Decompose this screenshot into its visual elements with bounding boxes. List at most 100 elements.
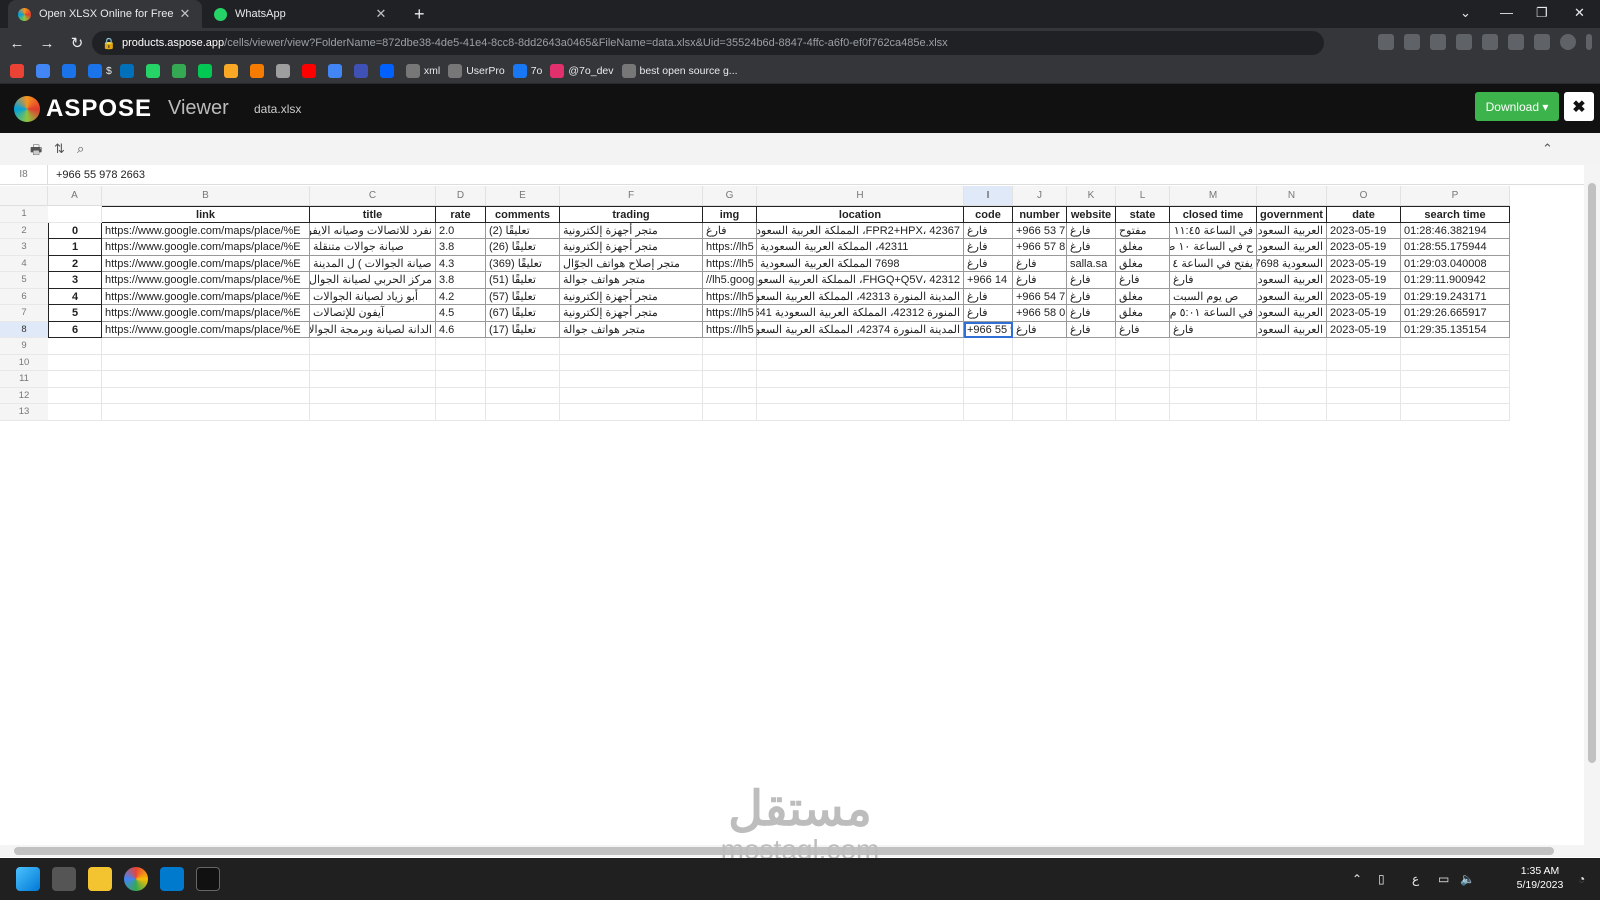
empty-cell[interactable] <box>757 338 964 355</box>
reload-icon[interactable]: ↻ <box>64 34 90 52</box>
empty-cell[interactable] <box>757 404 964 421</box>
table-header-cell[interactable]: number <box>1013 206 1067 223</box>
table-header-cell[interactable]: comments <box>486 206 560 223</box>
bookmark-item[interactable] <box>301 63 320 78</box>
table-cell[interactable]: الدانة لصيانة وبرمجة الجوالات <box>310 321 436 338</box>
bookmark-item[interactable] <box>353 63 372 78</box>
empty-cell[interactable] <box>1401 354 1510 371</box>
empty-cell[interactable] <box>486 404 560 421</box>
table-cell[interactable]: 01:29:26.665917 <box>1401 305 1510 322</box>
column-header[interactable]: F <box>560 186 703 206</box>
close-tab-icon[interactable]: ✕ <box>374 6 388 22</box>
table-cell[interactable]: https://lh5 <box>703 288 757 305</box>
empty-cell[interactable] <box>310 371 436 388</box>
row-index-cell[interactable]: 0 <box>48 222 102 239</box>
tab-whatsapp[interactable]: WhatsApp ✕ <box>204 0 398 28</box>
grid-corner[interactable] <box>0 186 48 206</box>
table-cell[interactable]: https://www.google.com/maps/place/%E <box>102 305 310 322</box>
table-cell[interactable]: مغلق <box>1116 239 1170 256</box>
table-cell[interactable]: 7698 المملكة العربية السعودية <box>757 255 964 272</box>
row-header[interactable]: 7 <box>0 305 48 322</box>
network-icon[interactable]: ▭ <box>1438 872 1449 886</box>
bookmark-item[interactable] <box>197 63 216 78</box>
empty-cell[interactable] <box>1013 354 1067 371</box>
empty-cell[interactable] <box>1067 338 1116 355</box>
table-cell[interactable]: يفتح في الساعة ٤ م <box>1170 255 1257 272</box>
table-cell[interactable]: https://lh5 <box>703 239 757 256</box>
close-window-icon[interactable]: ✕ <box>1574 5 1585 21</box>
table-header-cell[interactable]: search time <box>1401 206 1510 223</box>
empty-cell[interactable] <box>964 354 1013 371</box>
table-cell[interactable]: فارغ <box>1116 272 1170 289</box>
bookmark-item[interactable]: $ <box>88 63 112 78</box>
table-cell[interactable]: https://www.google.com/maps/place/%E <box>102 272 310 289</box>
table-header-cell[interactable]: location <box>757 206 964 223</box>
terminal-icon[interactable] <box>196 867 220 891</box>
empty-cell[interactable] <box>102 354 310 371</box>
table-cell[interactable]: +966 14 <box>964 272 1013 289</box>
tab-search-icon[interactable]: ⌄ <box>1460 5 1471 21</box>
active-cell[interactable]: +966 55 9 <box>964 321 1013 338</box>
star-icon[interactable] <box>1456 34 1472 50</box>
search-icon[interactable]: ⌕ <box>77 141 84 157</box>
empty-cell[interactable] <box>48 354 102 371</box>
empty-cell[interactable] <box>486 387 560 404</box>
bookmark-item[interactable] <box>327 63 346 78</box>
table-cell[interactable]: تعليقًا (51) <box>486 272 560 289</box>
empty-cell[interactable] <box>102 404 310 421</box>
row-header[interactable]: 5 <box>0 272 48 289</box>
table-cell[interactable]: المدينة المنورة 42313، المملكة العربية ا… <box>757 288 964 305</box>
empty-cell[interactable] <box>1327 371 1401 388</box>
vscode-icon[interactable] <box>160 867 184 891</box>
task-view-icon[interactable] <box>52 867 76 891</box>
notification-icon[interactable]: ◔ <box>1578 872 1585 886</box>
row-index-cell[interactable]: 2 <box>48 255 102 272</box>
row-header[interactable]: 4 <box>0 255 48 272</box>
table-cell[interactable]: +966 57 8 <box>1013 239 1067 256</box>
empty-cell[interactable] <box>1257 387 1327 404</box>
table-cell[interactable]: 4.3 <box>436 255 486 272</box>
empty-cell[interactable] <box>1013 387 1067 404</box>
empty-cell[interactable] <box>703 387 757 404</box>
table-cell[interactable]: تعليقًا (57) <box>486 288 560 305</box>
table-cell[interactable]: 01:29:03.040008 <box>1401 255 1510 272</box>
table-cell[interactable]: السعودية 7698 <box>1257 255 1327 272</box>
bookmark-item[interactable] <box>275 63 294 78</box>
table-cell[interactable]: المنورة 42312، المملكة العربية السعودية … <box>757 305 964 322</box>
restore-icon[interactable]: ❐ <box>1536 5 1548 21</box>
empty-cell[interactable] <box>1116 371 1170 388</box>
table-cell[interactable]: فارغ <box>1067 272 1116 289</box>
empty-cell[interactable] <box>703 354 757 371</box>
empty-cell[interactable] <box>1327 354 1401 371</box>
table-cell[interactable]: متجر أجهزة إلكترونية <box>560 288 703 305</box>
print-icon[interactable]: 🖶 <box>30 141 42 163</box>
table-header-cell[interactable]: title <box>310 206 436 223</box>
column-header[interactable]: K <box>1067 186 1116 206</box>
column-header[interactable]: N <box>1257 186 1327 206</box>
empty-cell[interactable] <box>1327 387 1401 404</box>
collapse-icon[interactable]: ⌃ <box>1542 141 1553 157</box>
table-cell[interactable]: +966 54 7 <box>1013 288 1067 305</box>
scroll-thumb[interactable] <box>1588 183 1596 763</box>
table-header-cell[interactable]: trading <box>560 206 703 223</box>
table-cell[interactable]: مفتوح <box>1116 222 1170 239</box>
language-indicator[interactable]: ع <box>1412 872 1419 886</box>
table-header-cell[interactable]: code <box>964 206 1013 223</box>
table-cell[interactable]: فارغ <box>964 222 1013 239</box>
table-header-cell[interactable]: website <box>1067 206 1116 223</box>
row-header[interactable]: 3 <box>0 239 48 256</box>
column-header[interactable]: D <box>436 186 486 206</box>
table-cell[interactable]: https://www.google.com/maps/place/%E <box>102 321 310 338</box>
empty-cell[interactable] <box>102 387 310 404</box>
column-header[interactable]: C <box>310 186 436 206</box>
table-cell[interactable]: العربية السعودية <box>1257 239 1327 256</box>
table-cell[interactable]: متجر إصلاح هواتف الجوّال <box>560 255 703 272</box>
empty-cell[interactable] <box>486 338 560 355</box>
table-cell[interactable]: صيانة جوالات متنقلة <box>310 239 436 256</box>
table-cell[interactable]: تعليقًا (67) <box>486 305 560 322</box>
table-cell[interactable]: فارغ <box>1067 239 1116 256</box>
empty-cell[interactable] <box>1257 338 1327 355</box>
table-cell[interactable]: مغلق <box>1116 255 1170 272</box>
table-cell[interactable]: متجر أجهزة إلكترونية <box>560 222 703 239</box>
column-header[interactable]: J <box>1013 186 1067 206</box>
